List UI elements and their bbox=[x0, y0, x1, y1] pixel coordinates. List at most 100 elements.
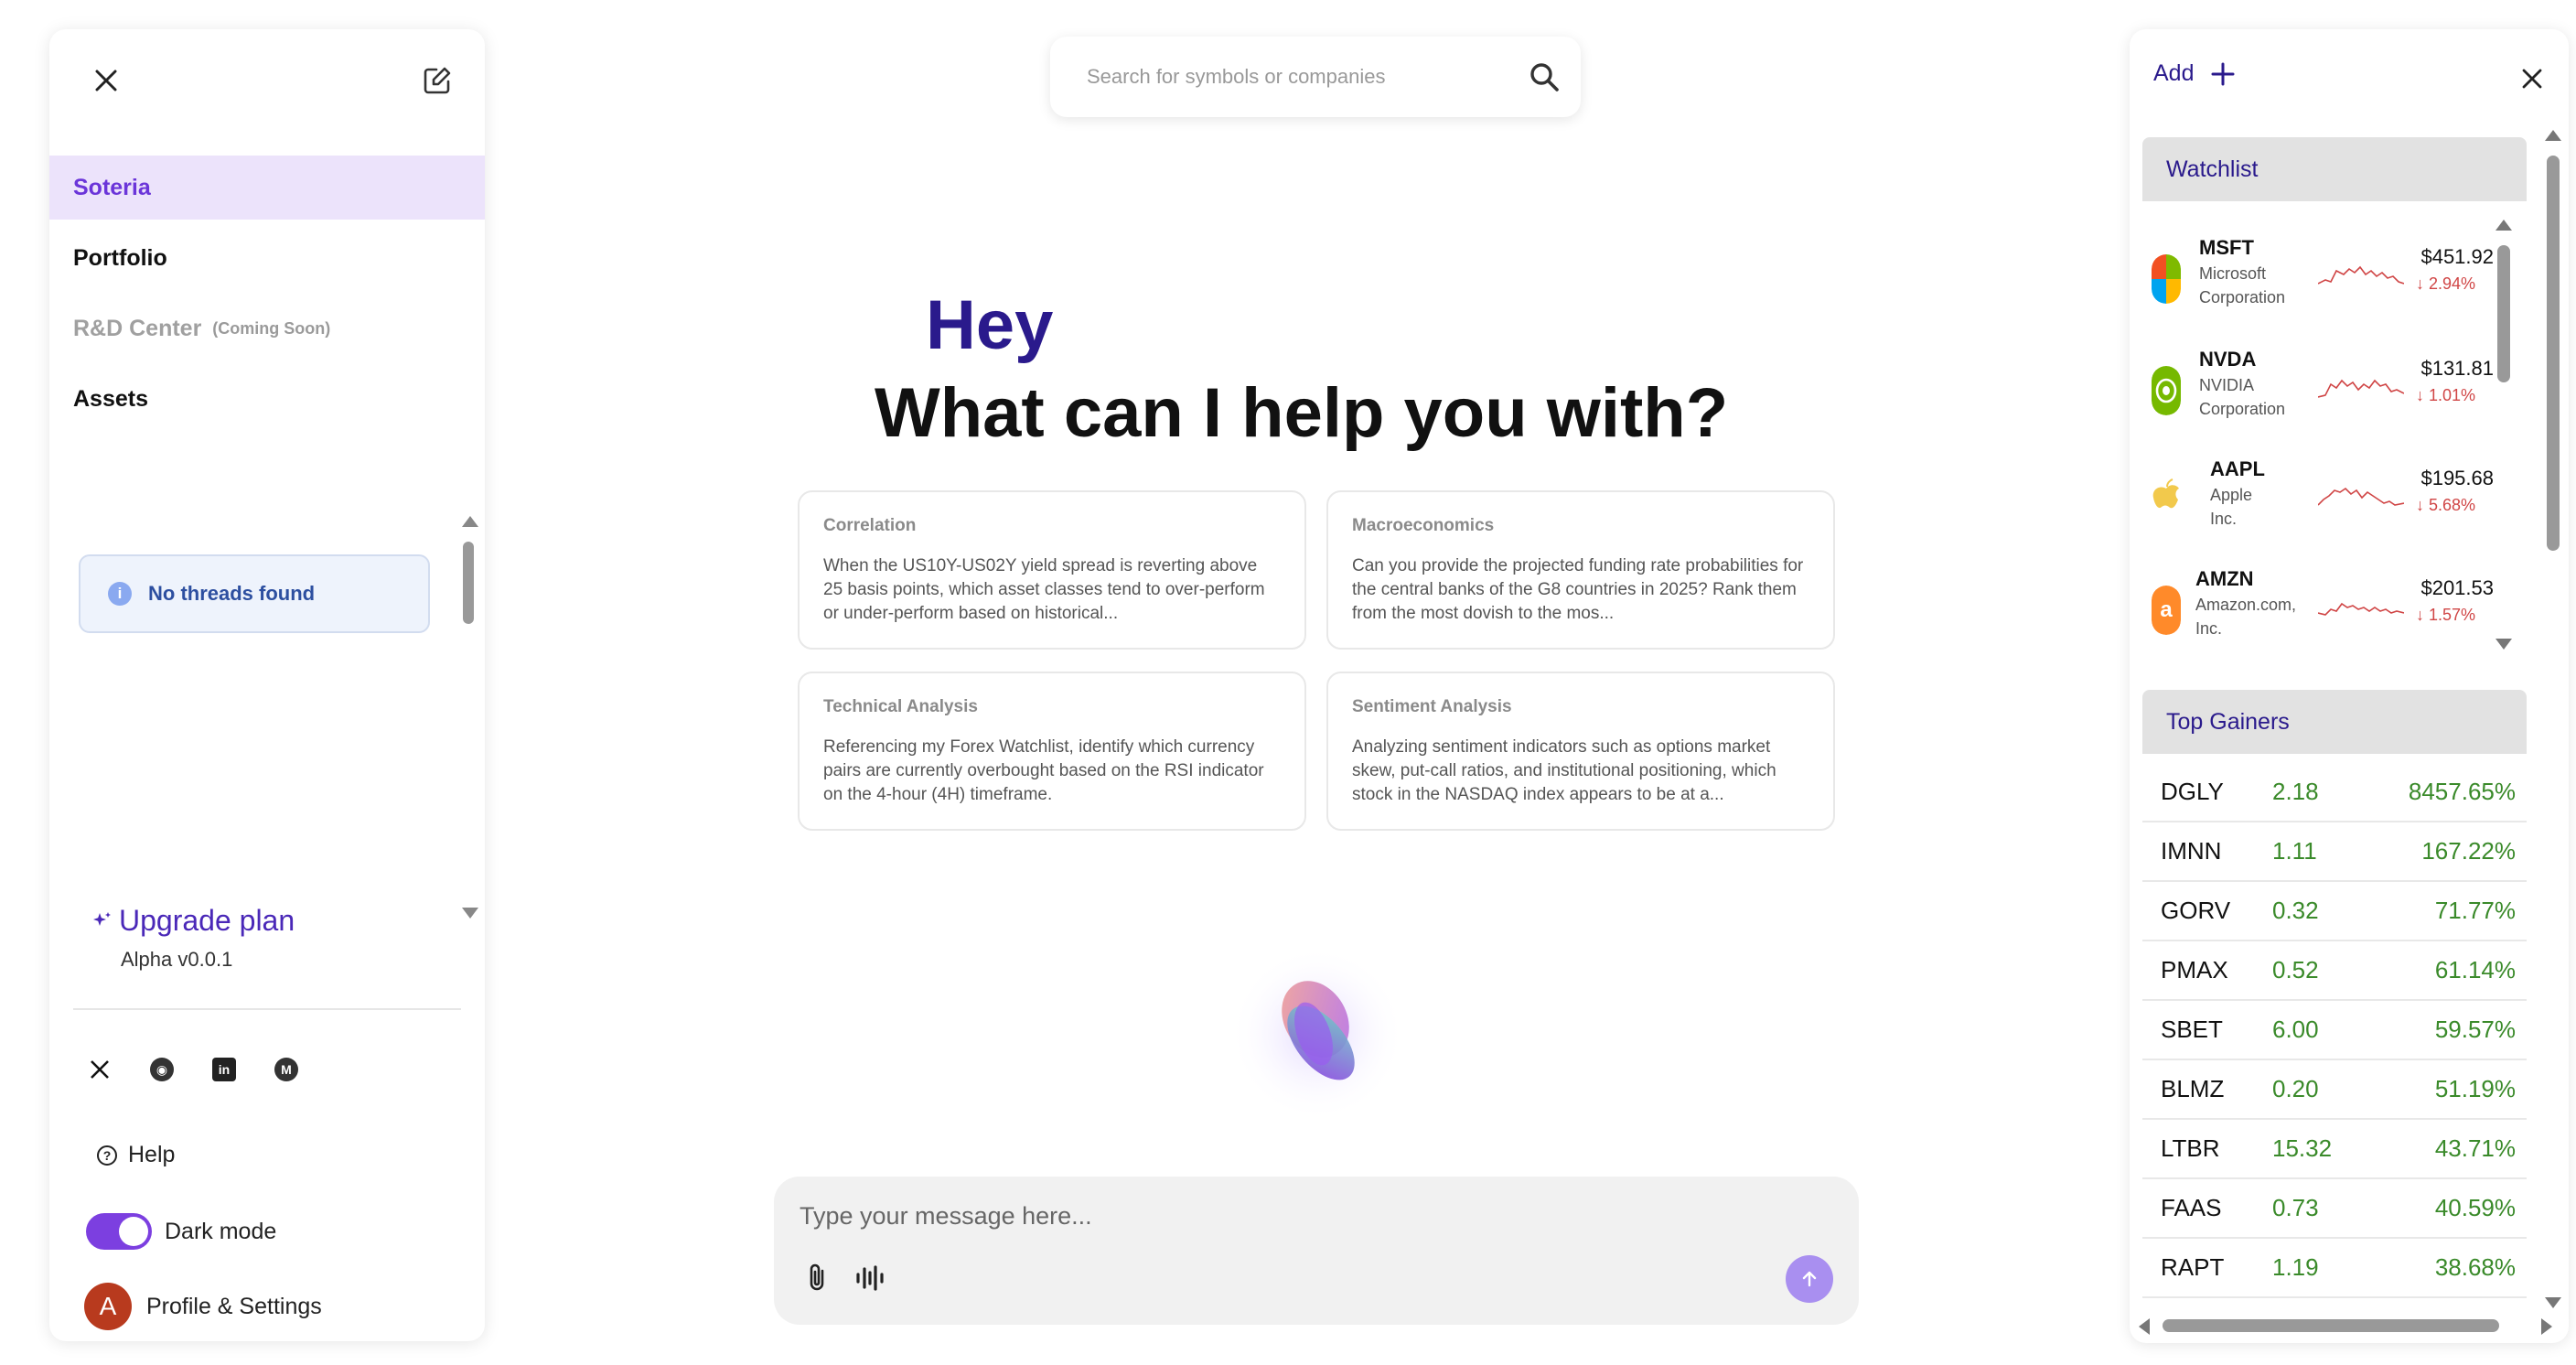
scroll-left-arrow[interactable] bbox=[2139, 1318, 2150, 1335]
symbol: SBET bbox=[2161, 1016, 2223, 1043]
close-sidebar-button[interactable] bbox=[88, 62, 124, 99]
symbol: FAAS bbox=[2161, 1194, 2222, 1221]
avatar: A bbox=[84, 1283, 132, 1330]
coming-soon-badge: (Coming Soon) bbox=[212, 318, 331, 338]
scroll-up-arrow[interactable] bbox=[2545, 130, 2561, 141]
page-title: What can I help you with? bbox=[875, 374, 1729, 452]
scroll-right-arrow[interactable] bbox=[2541, 1318, 2552, 1335]
change: ↓ 2.94% bbox=[2415, 274, 2475, 293]
paperclip-icon[interactable] bbox=[803, 1263, 831, 1294]
search-input[interactable] bbox=[1087, 65, 1508, 89]
upgrade-plan-button[interactable]: Upgrade plan bbox=[91, 904, 295, 938]
greeting: Hey bbox=[926, 286, 1054, 364]
table-row[interactable]: LTBR 15.32 43.71% bbox=[2142, 1120, 2527, 1179]
divider bbox=[73, 1008, 461, 1010]
table-row[interactable]: IMNN 1.11 167.22% bbox=[2142, 822, 2527, 882]
scroll-thumb[interactable] bbox=[2547, 156, 2560, 551]
help-link[interactable]: ? Help bbox=[97, 1142, 175, 1168]
symbol: BLMZ bbox=[2161, 1075, 2225, 1102]
voice-wave-icon[interactable] bbox=[854, 1264, 886, 1292]
sidebar-item-portfolio[interactable]: Portfolio bbox=[49, 226, 485, 290]
table-row[interactable]: RAPT 1.19 38.68% bbox=[2142, 1239, 2527, 1298]
profile-settings-button[interactable]: A Profile & Settings bbox=[84, 1283, 322, 1330]
suggestion-card-correlation[interactable]: Correlation When the US10Y-US02Y yield s… bbox=[798, 490, 1306, 650]
company-name: NVIDIA Corporation bbox=[2199, 376, 2286, 418]
panel-scrollbar[interactable] bbox=[2541, 130, 2563, 1308]
percent: 40.59% bbox=[2434, 1194, 2516, 1221]
sidebar-item-label: Assets bbox=[73, 385, 148, 412]
scroll-thumb[interactable] bbox=[2497, 245, 2510, 382]
card-title: Correlation bbox=[823, 516, 917, 535]
suggestion-card-technical-analysis[interactable]: Technical Analysis Referencing my Forex … bbox=[798, 672, 1306, 831]
price: $195.68 bbox=[2420, 467, 2494, 489]
help-label: Help bbox=[128, 1142, 176, 1167]
message-composer bbox=[774, 1177, 1859, 1325]
suggestion-card-sentiment-analysis[interactable]: Sentiment Analysis Analyzing sentiment i… bbox=[1326, 672, 1835, 831]
search-icon[interactable] bbox=[1528, 60, 1561, 93]
symbol-search-bar bbox=[1050, 37, 1581, 117]
message-input[interactable] bbox=[800, 1197, 1806, 1235]
percent: 8457.65% bbox=[2408, 778, 2516, 805]
table-row[interactable]: DGLY 2.18 8457.65% bbox=[2142, 763, 2527, 822]
amazon-logo-icon: a bbox=[2152, 586, 2181, 635]
percent: 43.71% bbox=[2434, 1134, 2516, 1162]
help-icon: ? bbox=[97, 1145, 117, 1166]
change: ↓ 1.57% bbox=[2415, 606, 2475, 624]
value: 6.00 bbox=[2272, 1016, 2319, 1043]
percent: 71.77% bbox=[2434, 897, 2516, 924]
table-row[interactable]: SBET 6.00 59.57% bbox=[2142, 1001, 2527, 1060]
x-link[interactable] bbox=[88, 1058, 112, 1081]
sidebar-item-soteria[interactable]: Soteria bbox=[49, 156, 485, 220]
scroll-thumb[interactable] bbox=[463, 542, 474, 624]
watchlist-item-aapl[interactable]: AAPL Apple Inc. $195.68 ↓ 5.68% bbox=[2142, 443, 2499, 553]
percent: 61.14% bbox=[2434, 956, 2516, 983]
scroll-thumb[interactable] bbox=[2163, 1319, 2499, 1332]
watchlist-item-nvda[interactable]: NVDA NVIDIA Corporation $131.81 ↓ 1.01% bbox=[2142, 333, 2499, 443]
add-symbol-button[interactable]: Add bbox=[2153, 60, 2236, 87]
medium-icon: M bbox=[281, 1062, 292, 1077]
table-row[interactable]: BLMZ 0.20 51.19% bbox=[2142, 1060, 2527, 1120]
linkedin-link[interactable]: in bbox=[212, 1058, 236, 1081]
top-gainers-table: DGLY 2.18 8457.65% IMNN 1.11 167.22% GORV 0.3… bbox=[2142, 763, 2527, 1298]
scroll-up-arrow[interactable] bbox=[462, 516, 478, 527]
value: 0.52 bbox=[2272, 956, 2319, 983]
company-name: Microsoft Corporation bbox=[2199, 264, 2286, 306]
new-thread-button[interactable] bbox=[417, 60, 457, 101]
table-row[interactable]: FAAS 0.73 40.59% bbox=[2142, 1179, 2527, 1239]
watchlist-item-amzn[interactable]: a AMZN Amazon.com, Inc. $201.53 ↓ 1.57% bbox=[2142, 553, 2499, 662]
price: $201.53 bbox=[2420, 576, 2494, 599]
watchlist-item-msft[interactable]: MSFT Microsoft Corporation $451.92 ↓ 2.9… bbox=[2142, 221, 2499, 331]
card-body: When the US10Y-US02Y yield spread is rev… bbox=[823, 556, 1265, 623]
close-icon bbox=[2522, 69, 2542, 89]
send-button[interactable] bbox=[1786, 1255, 1833, 1303]
discord-link[interactable]: ◉ bbox=[150, 1058, 174, 1081]
no-threads-text: No threads found bbox=[148, 582, 316, 605]
card-body: Can you provide the projected funding ra… bbox=[1352, 556, 1804, 623]
sparkline bbox=[2318, 487, 2404, 506]
medium-link[interactable]: M bbox=[274, 1058, 298, 1081]
ticker: MSFT bbox=[2199, 236, 2254, 259]
threads-scrollbar[interactable] bbox=[459, 516, 478, 919]
card-title: Technical Analysis bbox=[823, 697, 978, 716]
scroll-down-arrow[interactable] bbox=[2545, 1297, 2561, 1308]
profile-settings-label: Profile & Settings bbox=[146, 1293, 322, 1319]
watchlist-scrollbar[interactable] bbox=[2492, 220, 2514, 650]
scroll-up-arrow[interactable] bbox=[2496, 220, 2512, 231]
add-label: Add bbox=[2153, 60, 2195, 86]
scroll-down-arrow[interactable] bbox=[462, 908, 478, 919]
suggestion-card-macroeconomics[interactable]: Macroeconomics Can you provide the proje… bbox=[1326, 490, 1835, 650]
close-panel-button[interactable] bbox=[2514, 60, 2550, 97]
dark-mode-toggle[interactable] bbox=[86, 1213, 152, 1250]
price: $451.92 bbox=[2420, 245, 2494, 268]
value: 2.18 bbox=[2272, 778, 2319, 805]
horizontal-scrollbar[interactable] bbox=[2139, 1316, 2552, 1336]
discord-icon: ◉ bbox=[156, 1061, 168, 1077]
sidebar-item-assets[interactable]: Assets bbox=[49, 367, 485, 431]
value: 1.19 bbox=[2272, 1253, 2319, 1281]
sidebar-item-label: Portfolio bbox=[73, 244, 167, 271]
card-title: Sentiment Analysis bbox=[1352, 697, 1512, 716]
table-row[interactable]: GORV 0.32 71.77% bbox=[2142, 882, 2527, 941]
table-row[interactable]: PMAX 0.52 61.14% bbox=[2142, 941, 2527, 1001]
close-icon bbox=[95, 70, 117, 91]
scroll-down-arrow[interactable] bbox=[2496, 639, 2512, 650]
